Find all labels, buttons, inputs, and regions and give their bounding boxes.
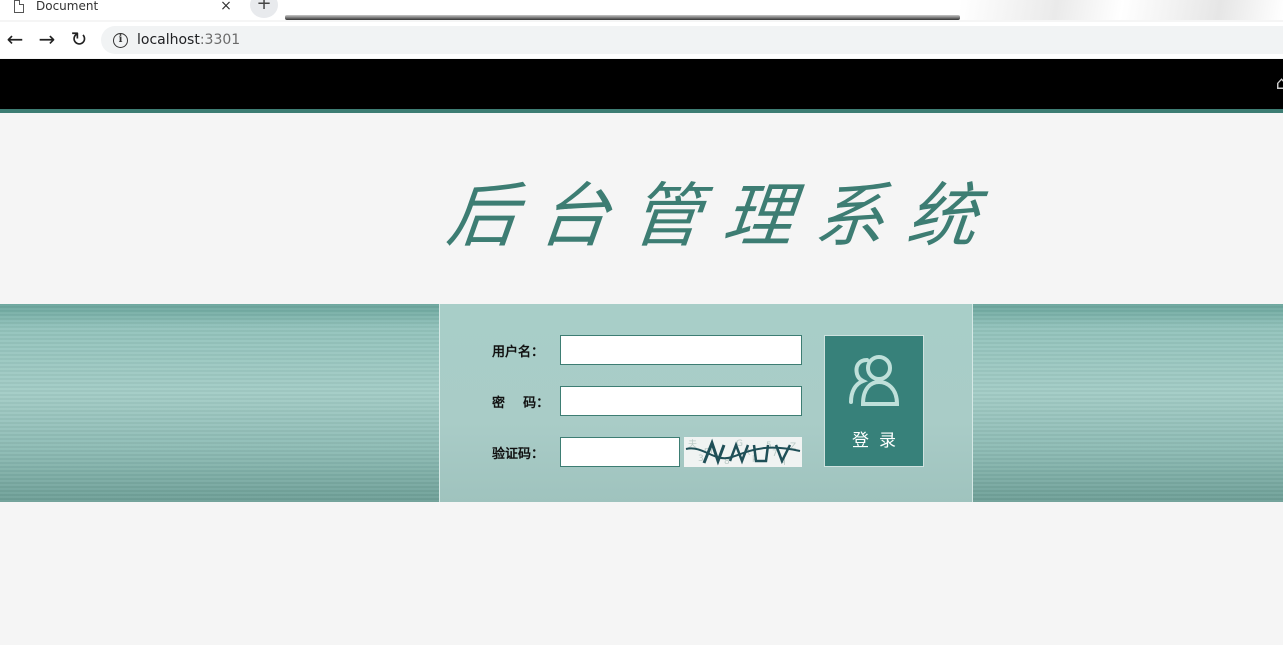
page-title: 后 台 管 理 系 统 [443, 160, 982, 260]
username-label: 用户名： [492, 344, 545, 360]
users-icon [849, 355, 900, 406]
captcha-label: 验证码： [492, 446, 545, 462]
password-label: 密 码： [492, 395, 550, 411]
tab-close-icon[interactable]: × [218, 0, 234, 14]
title-char: 统 [903, 174, 982, 257]
back-arrow-icon[interactable]: ← [4, 28, 26, 50]
login-panel: 用户名： 密 码： 验证码： 夫3A 8Gk 5qZ Rm7 登录 [439, 304, 973, 502]
browser-tab-strip: Document × + [0, 0, 1283, 20]
title-char: 系 [811, 174, 890, 257]
url-port: :3301 [199, 32, 241, 48]
login-button[interactable]: 登录 [824, 335, 924, 467]
address-bar[interactable]: i localhost:3301 [101, 26, 1283, 54]
title-char: 管 [627, 174, 706, 257]
forward-arrow-icon[interactable]: → [36, 28, 58, 50]
captcha-input[interactable] [560, 437, 680, 467]
document-icon [14, 0, 24, 13]
home-icon[interactable]: ⌂ [1276, 73, 1283, 94]
tab-title: Document [36, 0, 99, 13]
username-input[interactable] [560, 335, 802, 365]
tab-strip-artifact [285, 15, 960, 20]
browser-tab[interactable]: Document × [0, 0, 242, 18]
title-char: 台 [535, 174, 614, 257]
login-button-label: 登录 [852, 431, 906, 451]
tab-strip-background [960, 0, 1283, 20]
info-icon[interactable]: i [113, 32, 128, 48]
title-char: 理 [719, 174, 798, 257]
new-tab-button[interactable]: + [250, 0, 278, 18]
title-char: 后 [443, 174, 522, 257]
page-top-bar: ⌂ [0, 59, 1283, 109]
reload-icon[interactable]: ↻ [68, 28, 90, 50]
top-divider [0, 109, 1283, 113]
browser-toolbar: ← → ↻ i localhost:3301 [0, 22, 1283, 58]
password-input[interactable] [560, 386, 802, 416]
captcha-image[interactable]: 夫3A 8Gk 5qZ Rm7 [684, 437, 802, 467]
url-host: localhost [137, 32, 200, 48]
